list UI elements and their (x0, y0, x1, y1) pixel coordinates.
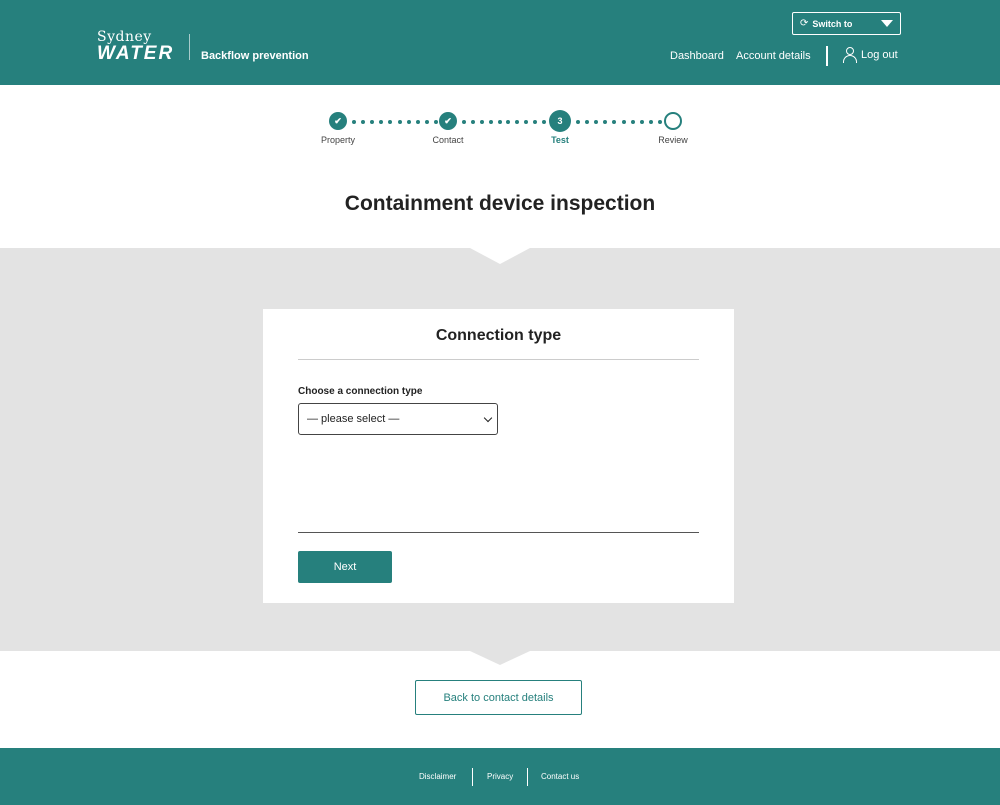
progress-stepper: ✔ Property ✔ Contact 3 Test Review (0, 110, 1000, 150)
switch-to-dropdown[interactable]: ⟳ Switch to (792, 12, 901, 35)
app-name: Backflow prevention (201, 50, 309, 62)
page-title: Containment device inspection (344, 192, 656, 215)
connection-type-select-value: — please select — (307, 413, 400, 425)
step-contact-label: Contact (432, 135, 464, 145)
logout-label: Log out (861, 49, 898, 61)
footer-separator (527, 768, 528, 786)
card-divider-top (298, 359, 699, 360)
nav-divider (826, 46, 828, 66)
caret-down-icon (881, 20, 893, 27)
stepper-connector-1 (352, 120, 438, 124)
refresh-icon: ⟳ (800, 17, 809, 29)
logo-text-top: Sydney (97, 29, 152, 45)
chevron-down-icon (483, 413, 493, 423)
user-icon (843, 47, 857, 63)
step-contact-check-icon: ✔ (439, 112, 457, 130)
footer: Disclaimer Privacy Contact us (0, 748, 1000, 805)
logo-divider (189, 34, 190, 60)
connection-type-label: Choose a connection type (298, 386, 423, 397)
footer-privacy-link[interactable]: Privacy (487, 772, 513, 781)
step-review-circle-icon (664, 112, 682, 130)
step-property-label: Property (320, 135, 355, 145)
top-header: Sydney WATER Backflow prevention ⟳ Switc… (0, 0, 1000, 85)
band-notch-top (470, 248, 530, 264)
step-property-check-icon: ✔ (329, 112, 347, 130)
sydney-water-logo[interactable]: Sydney WATER (97, 30, 177, 63)
footer-separator (472, 768, 473, 786)
step-test-label: Test (551, 135, 569, 145)
footer-contact-us-link[interactable]: Contact us (541, 772, 579, 781)
connection-type-card: Connection type Choose a connection type… (263, 309, 734, 603)
logo-text-bottom: WATER (97, 43, 175, 64)
logout-link[interactable]: Log out (843, 47, 898, 63)
step-test-number: 3 (549, 110, 571, 132)
nav-account-details-link[interactable]: Account details (736, 50, 811, 62)
card-divider-bottom (298, 532, 699, 533)
card-title: Connection type (435, 327, 562, 344)
switch-to-label: Switch to (812, 18, 853, 29)
nav-dashboard-link[interactable]: Dashboard (670, 50, 724, 62)
band-notch-bottom (470, 651, 530, 665)
back-to-contact-details-button[interactable]: Back to contact details (415, 680, 582, 715)
stepper-connector-2 (462, 120, 546, 124)
stepper-connector-3 (576, 120, 662, 124)
connection-type-select[interactable]: — please select — (298, 403, 498, 435)
step-review-label: Review (658, 135, 688, 145)
next-button[interactable]: Next (298, 551, 392, 583)
footer-disclaimer-link[interactable]: Disclaimer (419, 772, 456, 781)
